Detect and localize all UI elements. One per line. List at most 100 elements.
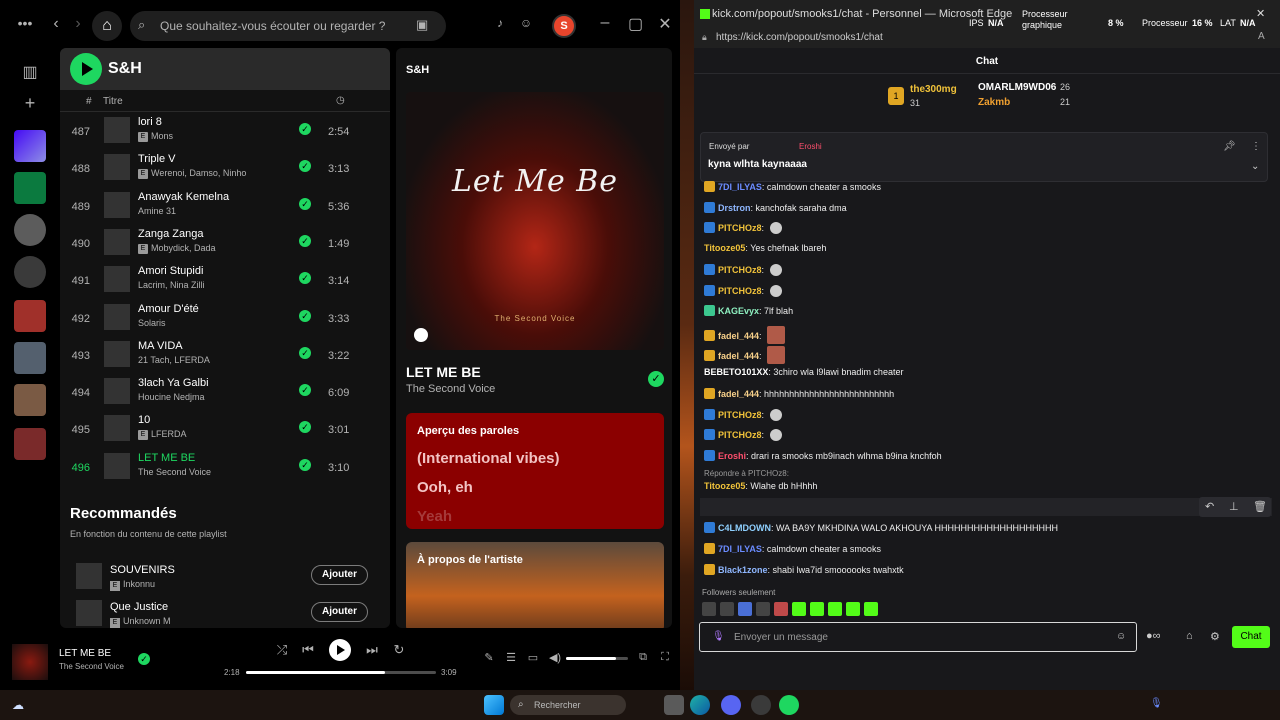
chat-username[interactable]: PITCHOz8	[718, 286, 762, 296]
chat-username[interactable]: fadel_444	[718, 351, 759, 361]
chat-username[interactable]: fadel_444	[718, 389, 759, 399]
track-title[interactable]: LET ME BE	[138, 452, 195, 464]
leader-name[interactable]: Zakmb	[978, 97, 1010, 108]
file-explorer-icon[interactable]	[664, 695, 684, 715]
shuffle-icon[interactable]: ⤮	[274, 642, 290, 658]
liked-songs-thumb[interactable]	[14, 130, 46, 162]
queue-icon[interactable]: ☰	[504, 651, 518, 664]
library-icon[interactable]: ▥	[18, 62, 42, 82]
track-row[interactable]: 495 10 E LFERDA ✓ 3:01	[60, 412, 390, 449]
emote-icon[interactable]	[720, 602, 734, 616]
url-text[interactable]: https://kick.com/popout/smooks1/chat	[716, 32, 883, 43]
chat-message[interactable]: PITCHOz8:	[704, 264, 782, 282]
more-options-icon[interactable]: ⋮	[1251, 141, 1261, 152]
avatar[interactable]: S	[552, 14, 576, 38]
taskbar-search[interactable]: ⌕ Rechercher	[510, 695, 626, 715]
saved-check-icon[interactable]: ✓	[299, 458, 311, 471]
column-title[interactable]: Titre	[103, 96, 123, 107]
chat-message[interactable]: 7DI_ILYAS: calmdown cheater a smooks	[704, 181, 881, 199]
track-artist[interactable]: Solaris	[138, 318, 166, 328]
recommended-artist[interactable]: E Unknown M	[110, 616, 171, 628]
chat-message[interactable]: PITCHOz8:	[704, 429, 782, 447]
chat-message[interactable]: Eroshi: drari ra smooks mb9inach wlhma b…	[704, 450, 942, 468]
saved-check-icon[interactable]: ✓	[648, 371, 664, 387]
windows-start-icon[interactable]	[484, 695, 504, 715]
next-icon[interactable]: ⏭	[364, 642, 380, 658]
volume-icon[interactable]: ◀)	[548, 651, 562, 664]
chat-username[interactable]: 7DI_ILYAS	[718, 544, 762, 554]
fullscreen-icon[interactable]: ⛶	[658, 651, 672, 664]
recommended-artist-text[interactable]: Unknown M	[123, 616, 171, 626]
saved-check-icon[interactable]: ✓	[299, 346, 311, 359]
saved-check-icon[interactable]: ✓	[138, 653, 150, 665]
track-artist[interactable]: E Mons	[138, 131, 173, 142]
track-artist[interactable]: E LFERDA	[138, 429, 187, 441]
chat-username[interactable]: C4LMDOWN	[718, 523, 771, 533]
recommended-row[interactable]: Que Justice E Unknown M Ajouter	[74, 600, 384, 628]
track-artist[interactable]: Houcine Nedjma	[138, 392, 205, 402]
track-title[interactable]: lori 8	[138, 116, 162, 128]
saved-check-icon[interactable]: ✓	[299, 123, 311, 135]
track-row[interactable]: 488 Triple V E Werenoi, Damso, Ninho ✓ 3:13	[60, 151, 390, 188]
pin-icon[interactable]: ⊥	[1229, 500, 1239, 513]
recommended-title[interactable]: SOUVENIRS	[110, 564, 175, 576]
search-input[interactable]: ⌕ Que souhaitez-vous écouter ou regarder…	[130, 11, 446, 41]
saved-check-icon[interactable]: ✓	[299, 421, 311, 434]
store-icon[interactable]: ⌂	[1186, 630, 1193, 642]
library-item-thumb[interactable]	[14, 214, 46, 246]
chat-username[interactable]: 7DI_ILYAS	[718, 182, 762, 192]
saved-check-icon[interactable]: ✓	[299, 309, 311, 322]
chat-message[interactable]: Titooze05: Wlahe db hHhhh	[704, 481, 817, 499]
saved-check-icon[interactable]: ✓	[299, 197, 311, 210]
recommended-title[interactable]: Que Justice	[110, 601, 168, 613]
repeat-icon[interactable]: ↻	[391, 642, 407, 658]
play-pause-button[interactable]	[329, 639, 351, 661]
reply-reference[interactable]: Répondre à PITCHOz8:	[704, 469, 789, 478]
track-row[interactable]: 491 Amori Stupidi Lacrim, Nina Zilli ✓ 3:14	[60, 263, 390, 300]
chevron-down-icon[interactable]: ⌄	[1251, 161, 1259, 172]
now-playing-title[interactable]: LET ME BE	[406, 364, 481, 380]
library-item-thumb[interactable]	[14, 384, 46, 416]
library-item-thumb[interactable]	[14, 300, 46, 332]
library-item-thumb[interactable]	[14, 256, 46, 288]
emote-icon[interactable]	[864, 602, 878, 616]
chat-message[interactable]: C4LMDOWN: WA BA9Y MKHDINA WALO AKHOUYA H…	[704, 522, 1058, 540]
minimize-icon[interactable]: –	[598, 14, 612, 32]
chat-message[interactable]: fadel_444:	[704, 326, 786, 344]
close-icon[interactable]: ✕	[658, 14, 672, 34]
chat-message[interactable]: fadel_444:	[704, 346, 786, 364]
emote-icon[interactable]	[774, 602, 788, 616]
track-title[interactable]: Anawyak Kemelna	[138, 191, 229, 203]
spotify-icon[interactable]	[779, 695, 799, 715]
recommended-artist-text[interactable]: Inkonnu	[123, 579, 155, 589]
play-playlist-button[interactable]	[70, 53, 102, 85]
edge-icon[interactable]	[690, 695, 710, 715]
track-title[interactable]: Zanga Zanga	[138, 228, 203, 240]
chat-username[interactable]: Drstron	[718, 203, 751, 213]
lyrics-icon[interactable]: ✎	[482, 651, 496, 664]
track-artist-text[interactable]: LFERDA	[151, 429, 187, 439]
leader-name[interactable]: OMARLM9WD06	[978, 82, 1056, 93]
track-row[interactable]: 496 LET ME BE The Second Voice ✓ 3:10	[60, 450, 390, 487]
track-artist-text[interactable]: The Second Voice	[138, 467, 211, 477]
emote-icon[interactable]	[756, 602, 770, 616]
track-row[interactable]: 490 Zanga Zanga E Mobydick, Dada ✓ 1:49	[60, 226, 390, 263]
friends-activity-icon[interactable]: ☺	[518, 16, 534, 30]
create-icon[interactable]: +	[18, 93, 42, 114]
onedrive-icon[interactable]: ☁	[12, 698, 24, 712]
emote-icon[interactable]	[828, 602, 842, 616]
track-artist-text[interactable]: Mons	[151, 131, 173, 141]
chat-username[interactable]: BEBETO101XX	[704, 367, 768, 377]
chat-message[interactable]: PITCHOz8:	[704, 409, 782, 427]
browse-icon[interactable]: ▣	[416, 17, 428, 33]
chat-message[interactable]: fadel_444: hhhhhhhhhhhhhhhhhhhhhhhhhh	[704, 388, 894, 406]
track-artist[interactable]: Lacrim, Nina Zilli	[138, 280, 205, 290]
emote-icon[interactable]	[738, 602, 752, 616]
track-artist-text[interactable]: Mobydick, Dada	[151, 243, 216, 253]
track-artist-text[interactable]: Werenoi, Damso, Ninho	[151, 168, 246, 178]
track-artist-text[interactable]: 21 Tach, LFERDA	[138, 355, 210, 365]
reply-icon[interactable]: ↶	[1205, 500, 1214, 513]
track-artist-text[interactable]: Lacrim, Nina Zilli	[138, 280, 205, 290]
recommended-artist[interactable]: E Inkonnu	[110, 579, 155, 591]
player-track-title[interactable]: LET ME BE	[59, 648, 111, 659]
